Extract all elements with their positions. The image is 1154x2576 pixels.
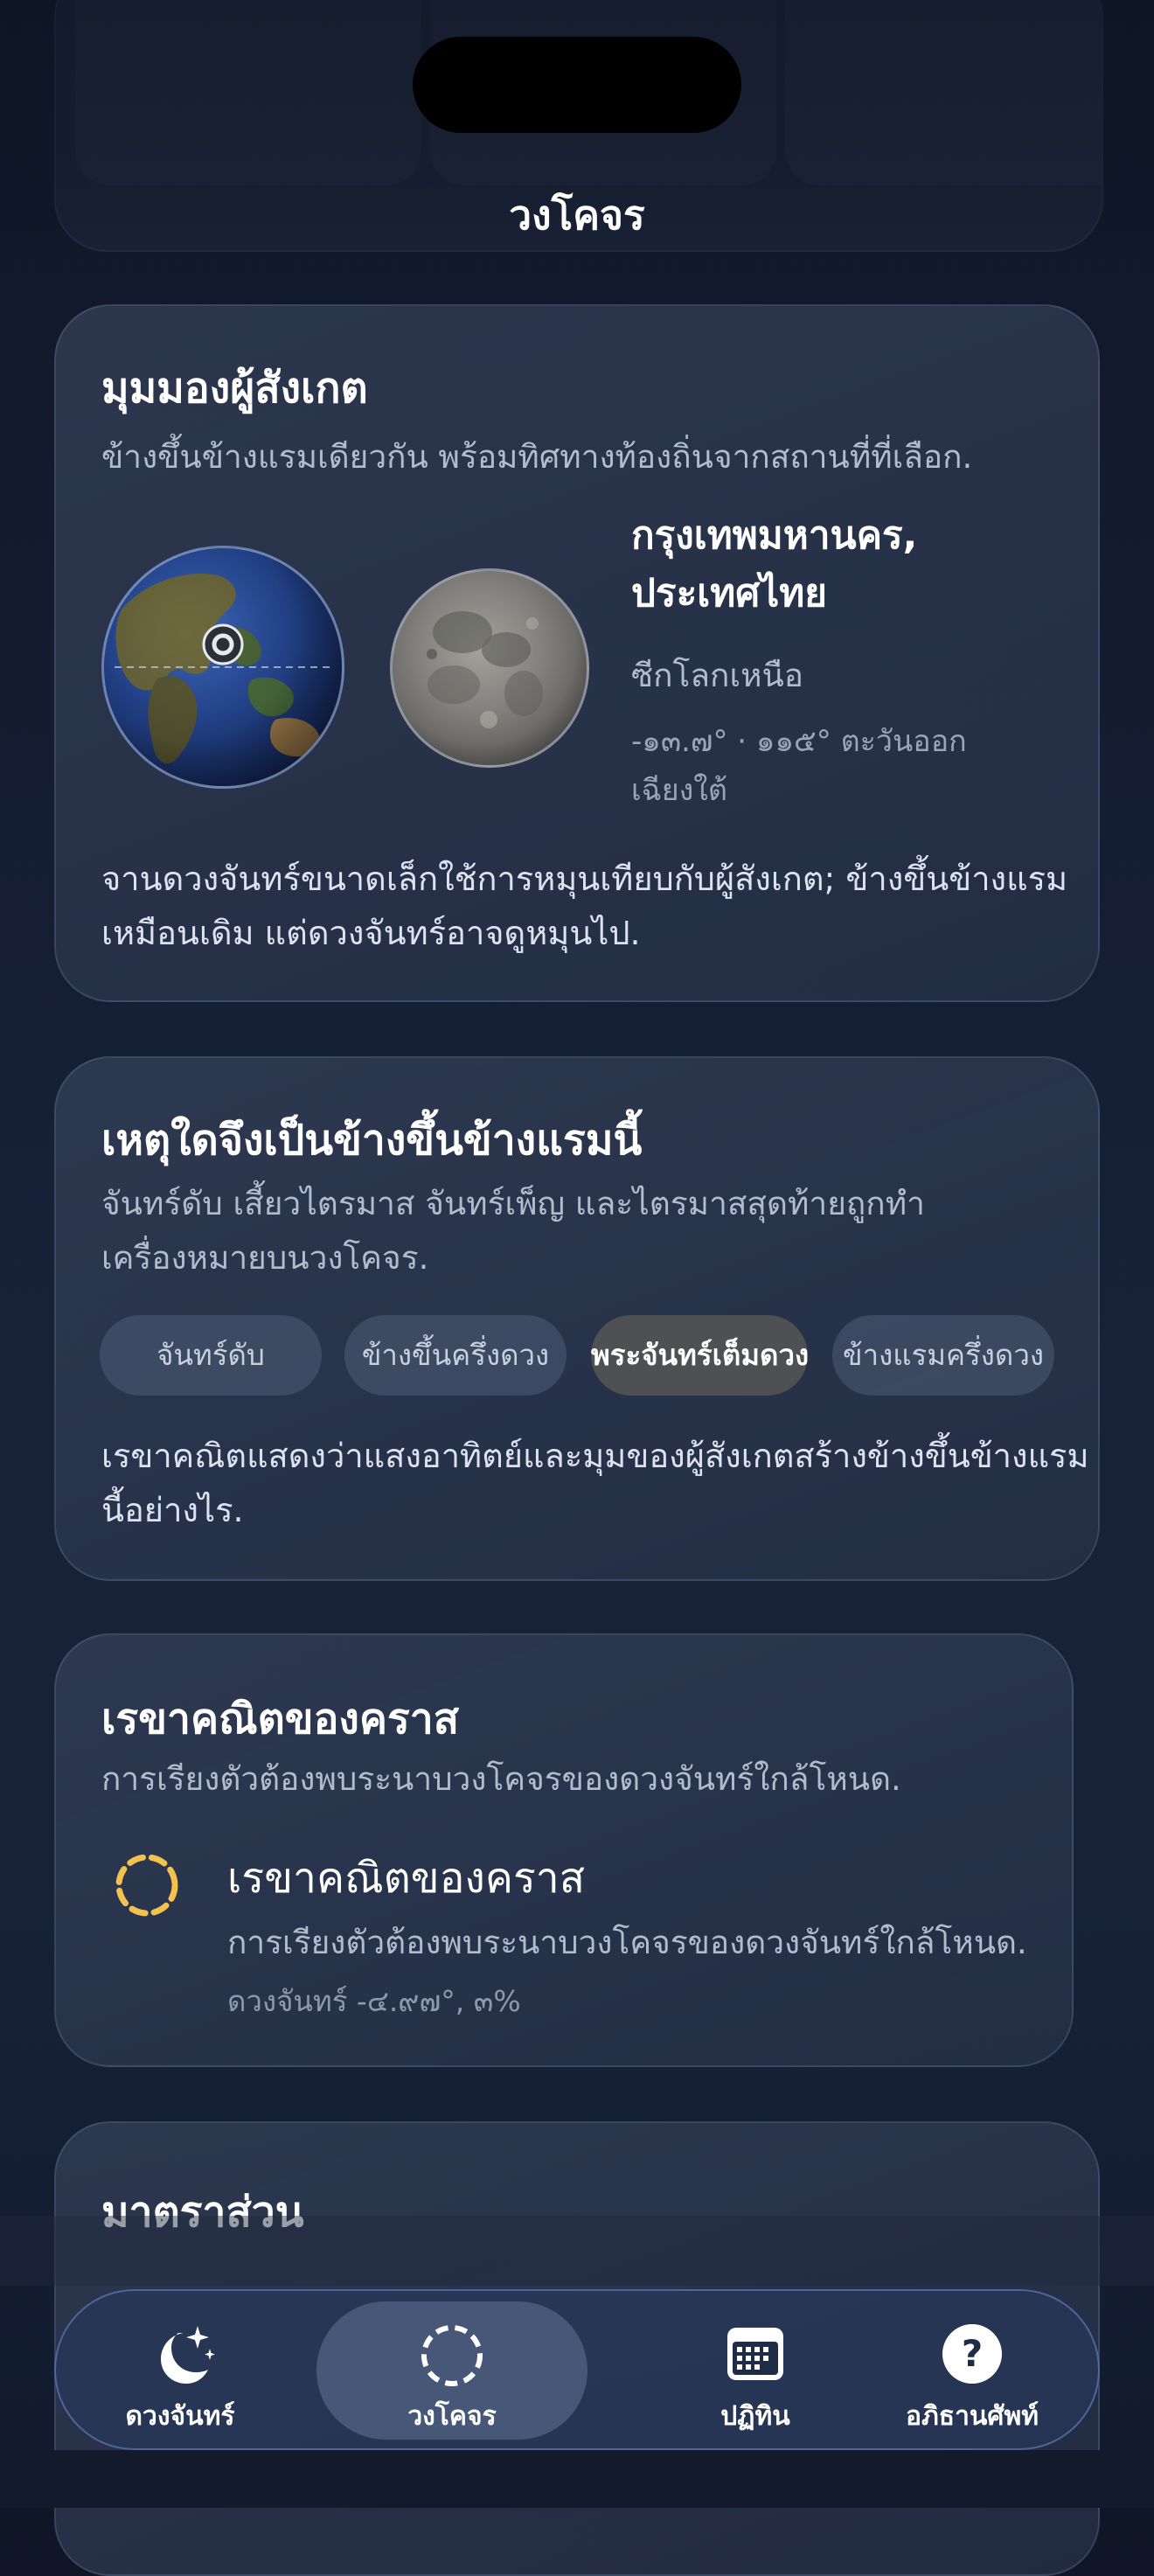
tab-bar: ดวงจันทร์ วงโคจร ปฏิทิน ? อภิธานศัพท์ [54,2289,1100,2450]
observer-card: มุมมองผู้สังเกต ข้างขึ้นข้างแรมเดียวกัน … [54,304,1100,1002]
observer-note: จานดวงจันทร์ขนาดเล็กใช้การหมุนเทียบกับผู… [101,852,1067,960]
location-name: กรุงเทพมหานคร, ประเทศไทย [631,507,1051,623]
earth-globe-illustration [104,548,342,786]
phase-card-subtitle-line: จันทร์ดับ เสี้ยวไตรมาส จันทร์เพ็ญ และไตร… [101,1185,925,1222]
location-country: ประเทศไทย [631,571,828,616]
tabbar-backdrop [0,2216,1154,2286]
eclipse-card-subtitle: การเรียงตัวต้องพบระนาบวงโคจรของดวงจันทร์… [101,1760,901,1798]
phase-note: เรขาคณิตแสดงว่าแสงอาทิตย์และมุมของผู้สัง… [101,1429,1089,1537]
eclipse-card-title: เรขาคณิตของคราส [101,1695,459,1744]
tab-glossary-label: อภิธานศัพท์ [905,2401,1039,2432]
phase-card-subtitle: จันทร์ดับ เสี้ยวไตรมาส จันทร์เพ็ญ และไตร… [101,1177,925,1285]
dynamic-island [413,37,741,133]
chip-new-moon[interactable]: จันทร์ดับ [100,1315,322,1396]
eclipse-node-icon [112,1850,182,1920]
eclipse-row-title: เรขาคณิตของคราส [227,1854,585,1903]
phase-card: เหตุใดจึงเป็นข้างขึ้นข้างแรมนี้ จันทร์ดั… [54,1056,1100,1581]
phase-card-subtitle-line: เครื่องหมายบนวงโคจร. [101,1239,429,1277]
orbit-icon-svg [421,2325,483,2386]
tab-glossary[interactable]: ? อภิธานศัพท์ [843,2301,1102,2440]
eclipse-node-icon-svg [115,1854,178,1917]
calendar-icon-svg [727,2328,783,2380]
tab-moon[interactable]: ดวงจันทร์ [58,2301,302,2440]
calendar-icon [724,2322,787,2385]
eclipse-row-subtitle: การเรียงตัวต้องพบระนาบวงโคจรของดวงจันทร์… [227,1924,1027,1961]
eclipse-row-meta: ดวงจันทร์ -๔.๙๗°, ๓% [227,1984,521,2018]
observer-note-line: จานดวงจันทร์ขนาดเล็กใช้การหมุนเทียบกับผู… [101,860,1068,898]
phase-note-line: เรขาคณิตแสดงว่าแสงอาทิตย์และมุมของผู้สัง… [101,1437,1089,1475]
location-city: กรุงเทพมหานคร, [631,513,918,558]
observer-note-line: เหมือนเดิม แต่ดวงจันทร์อาจดูหมุนไป. [101,914,641,952]
phase-note-line: นี้อย่างไร. [101,1491,244,1529]
tab-moon-label: ดวงจันทร์ [125,2401,235,2432]
coordinates-text: -๑๓.๗° · ๑๑๕° ตะวันออก เฉียงใต้ [631,717,1051,815]
screen-title: วงโคจร [509,191,645,239]
orbit-icon [419,2322,485,2389]
coordinates-line: -๑๓.๗° · ๑๑๕° ตะวันออก [631,724,967,759]
observer-card-subtitle: ข้างขึ้นข้างแรมเดียวกัน พร้อมทิศทางท้องถ… [101,438,973,476]
moon-stars-icon-svg [161,2326,215,2384]
coordinates-direction: เฉียงใต้ [631,773,727,808]
question-icon-svg: ? [942,2324,1002,2384]
tab-orbit[interactable]: วงโคจร [316,2301,587,2440]
earth-globe [101,546,344,789]
chip-first-quarter[interactable]: ข้างขึ้นครึ่งดวง [344,1315,567,1396]
phase-card-title: เหตุใดจึงเป็นข้างขึ้นข้างแรมนี้ [101,1116,643,1165]
svg-text:?: ? [962,2332,983,2375]
chip-last-quarter[interactable]: ข้างแรมครึ่งดวง [832,1315,1054,1396]
observer-card-title: มุมมองผู้สังเกต [101,364,368,413]
hemisphere-label: ซีกโลกเหนือ [631,657,804,694]
tab-orbit-label: วงโคจร [407,2401,497,2432]
moon-illustration [393,571,587,765]
bottom-safe-area [0,2450,1154,2508]
moon-stars-icon [143,2319,217,2392]
moon-disc [390,568,589,768]
question-icon: ? [941,2322,1004,2385]
eclipse-card: เรขาคณิตของคราส การเรียงตัวต้องพบระนาบวง… [54,1633,1074,2067]
chip-full-moon[interactable]: พระจันทร์เต็มดวง [591,1315,809,1396]
